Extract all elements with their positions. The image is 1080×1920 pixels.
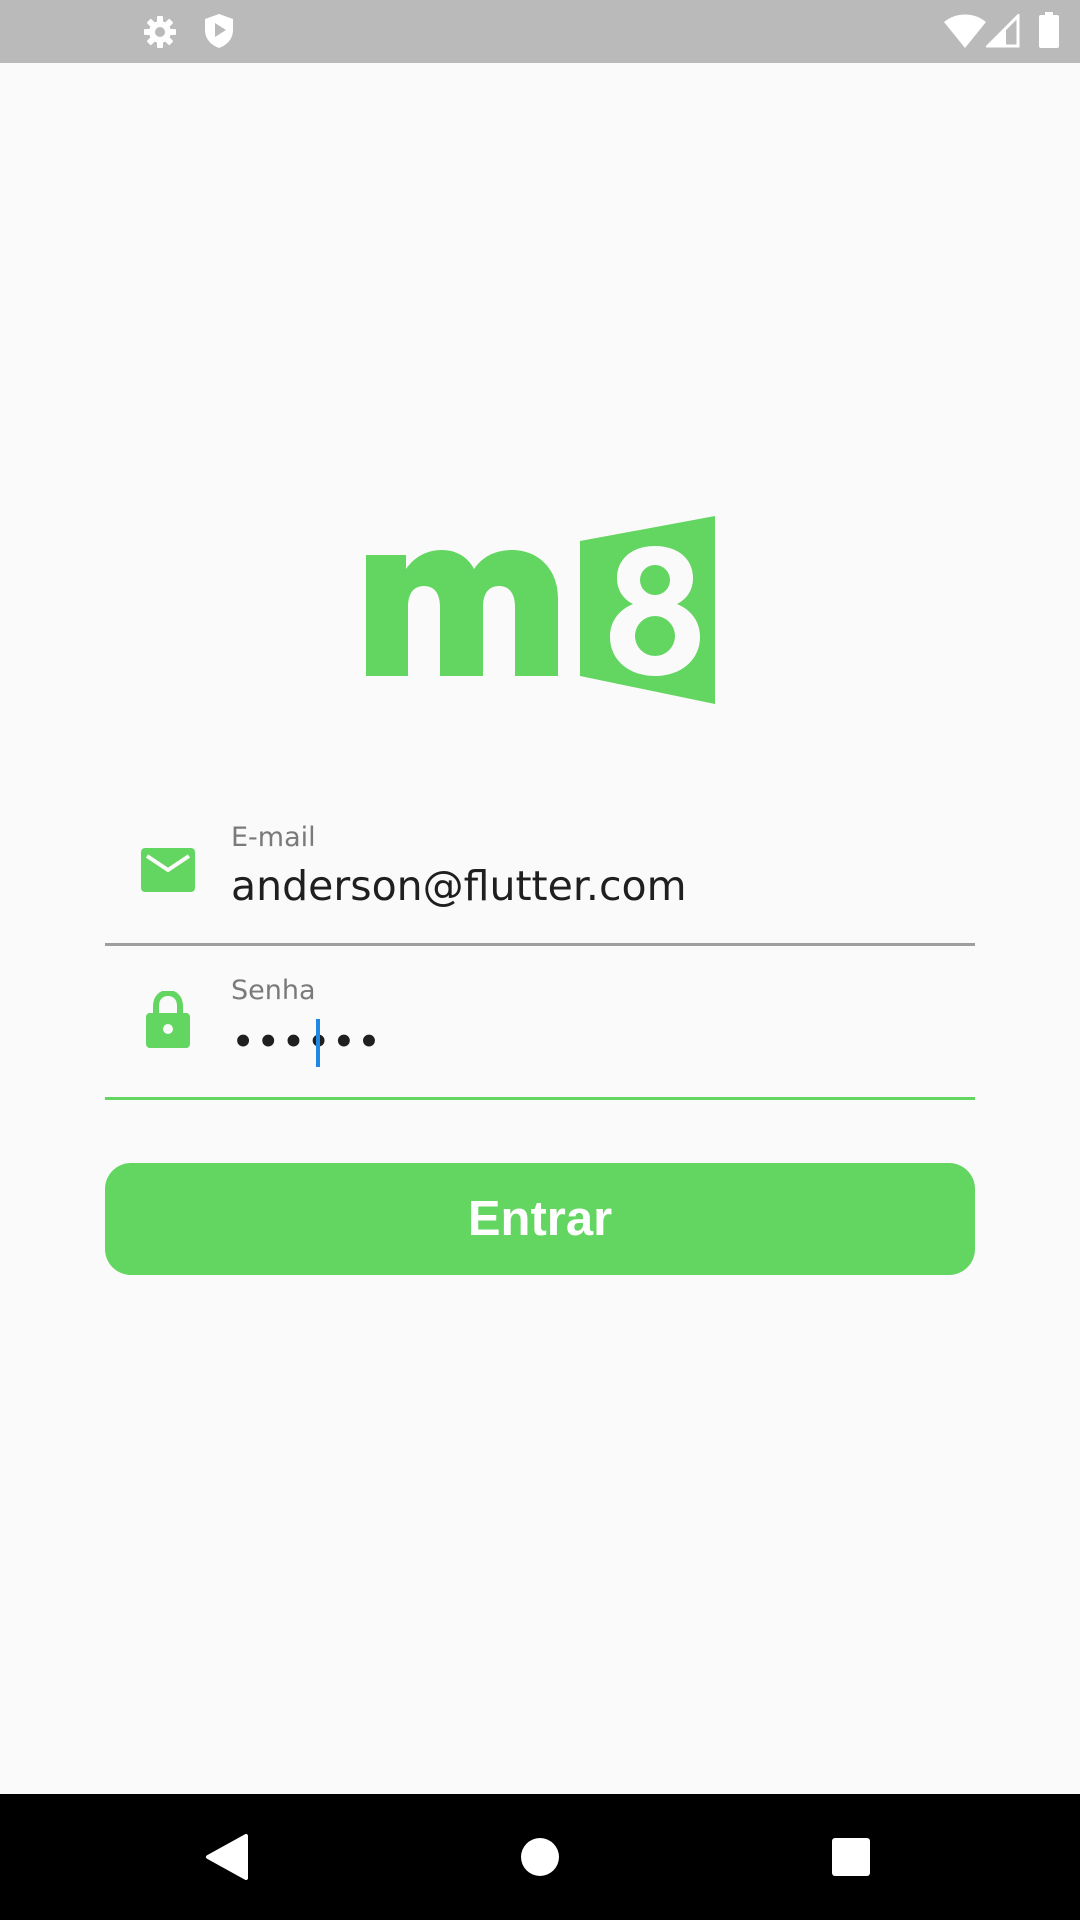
text-cursor: [316, 1019, 320, 1067]
lock-icon: [145, 989, 191, 1054]
password-field[interactable]: Senha ••••••: [105, 963, 975, 1101]
signal-icon: [984, 12, 1020, 53]
mail-icon: [141, 848, 195, 897]
login-button[interactable]: Entrar: [105, 1163, 975, 1275]
m8-logo: m8: [366, 516, 715, 704]
password-underline: [105, 1097, 975, 1100]
gear-icon: [142, 14, 178, 55]
status-bar: [0, 0, 1080, 63]
back-icon[interactable]: [200, 1824, 266, 1890]
shield-play-icon: [202, 12, 236, 55]
navigation-bar: [0, 1794, 1080, 1920]
home-icon[interactable]: [507, 1824, 573, 1890]
password-input[interactable]: ••••••: [231, 1018, 382, 1066]
password-label: Senha: [231, 975, 316, 1006]
email-field[interactable]: E-mail anderson@flutter.com: [105, 810, 975, 946]
battery-icon: [1038, 12, 1060, 53]
email-underline: [105, 943, 975, 946]
email-label: E-mail: [231, 822, 316, 853]
recents-icon[interactable]: [818, 1824, 884, 1890]
wifi-icon: [944, 14, 986, 53]
email-input[interactable]: anderson@flutter.com: [231, 862, 687, 910]
